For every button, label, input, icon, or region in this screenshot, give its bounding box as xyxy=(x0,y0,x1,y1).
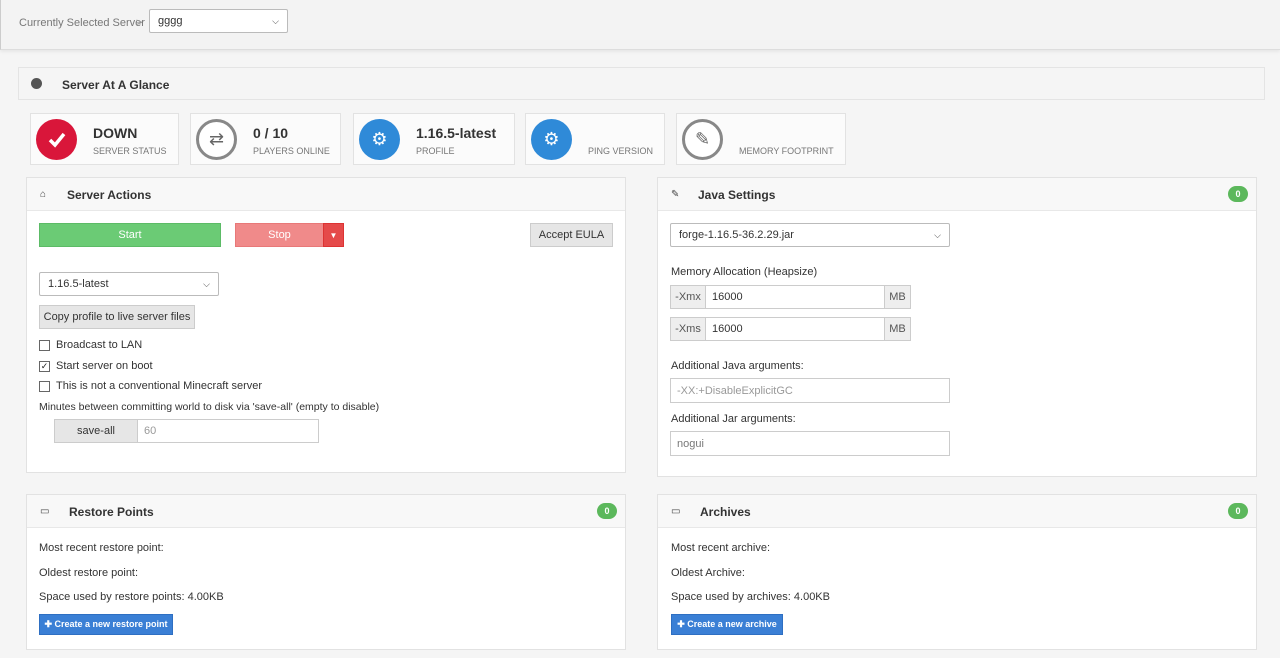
panel-header: ⌂ Server Actions xyxy=(27,178,625,211)
panel-title: Archives xyxy=(700,505,751,519)
archive-space-label: Space used by archives: 4.00KB xyxy=(671,591,830,603)
start-button[interactable]: Start xyxy=(39,223,221,247)
restore-space-label: Space used by restore points: 4.00KB xyxy=(39,591,224,603)
stat-memory-footprint: ✎ MEMORY FOOTPRINT xyxy=(676,113,846,165)
archive-recent-label: Most recent archive: xyxy=(671,542,771,554)
xmx-input[interactable]: 16000 xyxy=(705,285,885,309)
panel-header: ▭ Restore Points 0 xyxy=(27,495,625,528)
breadcrumb-label: Currently Selected Server xyxy=(19,17,145,29)
stat-server-status: DOWN SERVER STATUS xyxy=(30,113,179,165)
panel-title: Java Settings xyxy=(698,188,776,202)
create-archive-button[interactable]: ✚ Create a new archive xyxy=(671,614,783,635)
xms-prefix: -Xms xyxy=(670,317,706,341)
nonstandard-server-checkbox[interactable] xyxy=(39,381,50,392)
start-on-boot-checkbox[interactable]: ✓ xyxy=(39,361,50,372)
xmx-unit: MB xyxy=(884,285,911,309)
memory-label: Memory Allocation (Heapsize) xyxy=(671,266,818,278)
jar-args-label: Additional Jar arguments: xyxy=(671,413,796,425)
stat-label: PROFILE xyxy=(416,146,455,156)
broadcast-label: Broadcast to LAN xyxy=(56,339,143,351)
restore-oldest-label: Oldest restore point: xyxy=(39,567,139,579)
copy-profile-button[interactable]: Copy profile to live server files xyxy=(39,305,195,329)
start-on-boot-label: Start server on boot xyxy=(56,360,153,372)
panel-header: ▭ Archives 0 xyxy=(658,495,1256,528)
profile-select[interactable]: 1.16.5-latest ⌵ xyxy=(39,272,219,296)
glance-title: Server At A Glance xyxy=(62,78,170,92)
nonstandard-server-label: This is not a conventional Minecraft ser… xyxy=(56,380,263,392)
panel-header: ✎ Java Settings 0 xyxy=(658,178,1256,211)
stat-profile: ⚙ 1.16.5-latest PROFILE xyxy=(353,113,515,165)
jar-select-value: forge-1.16.5-36.2.29.jar xyxy=(679,229,794,241)
archive-oldest-label: Oldest Archive: xyxy=(671,567,745,579)
checkmark-icon xyxy=(36,119,77,160)
stop-dropdown-button[interactable]: ▼ xyxy=(323,223,344,247)
count-badge: 0 xyxy=(1228,503,1248,519)
stat-label: MEMORY FOOTPRINT xyxy=(739,146,834,156)
ticket-icon: ✎ xyxy=(671,189,680,200)
xms-input[interactable]: 16000 xyxy=(705,317,885,341)
chevron-down-icon: ⌵ xyxy=(934,229,941,240)
server-select-value: gggg xyxy=(158,15,183,27)
java-args-label: Additional Java arguments: xyxy=(671,360,804,372)
count-badge: 0 xyxy=(1228,186,1248,202)
stat-label: PLAYERS ONLINE xyxy=(253,146,330,156)
chevron-down-icon: ⌵ xyxy=(272,15,279,26)
restore-recent-label: Most recent restore point: xyxy=(39,542,164,554)
stat-value: DOWN xyxy=(93,125,138,141)
stat-label: SERVER STATUS xyxy=(93,146,167,156)
stat-value: 1.16.5-latest xyxy=(416,125,497,141)
drive-icon: ▭ xyxy=(671,506,681,517)
swap-arrows-icon: ⇄ xyxy=(196,119,237,160)
xmx-prefix: -Xmx xyxy=(670,285,706,309)
home-icon: ⌂ xyxy=(40,189,47,200)
jar-args-input[interactable]: nogui xyxy=(670,431,950,456)
panel-title: Server Actions xyxy=(67,188,152,202)
broadcast-checkbox[interactable] xyxy=(39,340,50,351)
jar-select[interactable]: forge-1.16.5-36.2.29.jar ⌵ xyxy=(670,223,950,247)
gears-icon: ⚙ xyxy=(531,119,572,160)
stat-value: 0 / 10 xyxy=(253,125,289,141)
saveall-button[interactable]: save-all xyxy=(54,419,138,443)
server-select[interactable]: gggg ⌵ xyxy=(149,9,288,33)
stat-label: PING VERSION xyxy=(588,146,654,156)
java-args-input[interactable]: -XX:+DisableExplicitGC xyxy=(670,378,950,403)
breadcrumb-separator: > xyxy=(136,17,143,29)
stop-button[interactable]: Stop xyxy=(235,223,324,247)
count-badge: 0 xyxy=(597,503,617,519)
stat-players-online: ⇄ 0 / 10 PLAYERS ONLINE xyxy=(190,113,341,165)
profile-select-value: 1.16.5-latest xyxy=(48,278,109,290)
stat-ping-version: ⚙ PING VERSION xyxy=(525,113,665,165)
panel-title: Restore Points xyxy=(69,505,154,519)
gears-icon: ⚙ xyxy=(359,119,400,160)
accept-eula-button[interactable]: Accept EULA xyxy=(530,223,613,247)
glance-header: Server At A Glance xyxy=(18,67,1265,100)
create-restore-point-button[interactable]: ✚ Create a new restore point xyxy=(39,614,173,635)
ticket-icon: ✎ xyxy=(682,119,723,160)
saveall-interval-input[interactable]: 60 xyxy=(137,419,319,443)
xms-unit: MB xyxy=(884,317,911,341)
drive-icon: ▭ xyxy=(40,506,50,517)
globe-icon xyxy=(31,78,42,89)
top-bar: Currently Selected Server > gggg ⌵ xyxy=(0,0,1280,50)
chevron-down-icon: ⌵ xyxy=(203,278,210,289)
saveall-note: Minutes between committing world to disk… xyxy=(39,401,380,413)
